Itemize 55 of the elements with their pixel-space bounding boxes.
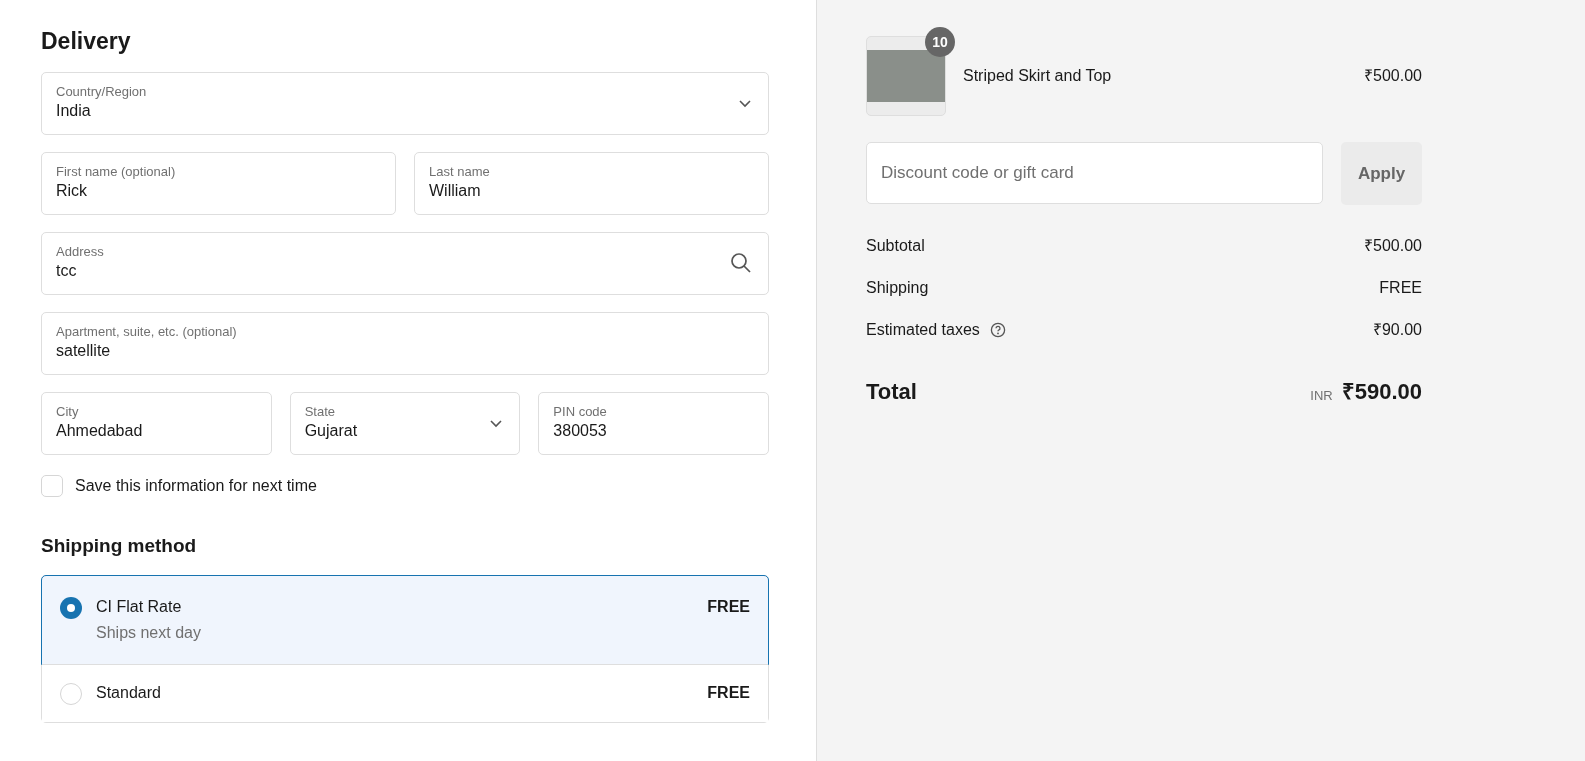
field-value: 380053 [553,421,608,441]
dropdown-field[interactable]: Country/Region India [41,71,769,135]
apply-button[interactable]: Apply [1341,142,1422,205]
help-icon[interactable] [989,322,1006,338]
discount-code-field[interactable]: Discount code or gift card [866,142,1323,204]
shipping-option[interactable]: Standard FREE [42,664,768,722]
checkbox-label: Save this information for next time [75,475,317,496]
summary-value: FREE [1379,278,1422,298]
field-value: satellite [56,341,112,361]
total-label: Total [866,378,918,406]
field-value: Rick [56,181,89,201]
field-label: Address [56,244,105,260]
shipping-option-name: CI Flat Rate [96,597,183,617]
field-value: Ahmedabad [56,421,144,441]
radio-button[interactable] [60,597,82,619]
field-label: Country/Region [56,84,148,100]
section-heading: Shipping method [41,533,198,558]
checkbox[interactable] [41,474,63,497]
shipping-option-note: Ships next day [96,623,202,643]
input-field[interactable]: Address tcc [41,231,769,295]
chevron-down-icon [738,98,752,108]
search-icon [730,252,752,274]
field-label: City [56,404,80,420]
shipping-option-name: Standard [96,683,162,703]
radio-button[interactable] [60,683,82,705]
summary-label: Subtotal [866,236,925,256]
input-field[interactable]: Apartment, suite, etc. (optional) satellite [41,311,769,375]
field-value: tcc [56,261,78,281]
product-name: Striped Skirt and Top [963,66,1113,86]
product-price: ₹500.00 [1364,66,1422,86]
quantity-badge: 10 [925,27,955,57]
currency-code: INR [1310,386,1333,405]
section-heading: Delivery [41,27,132,56]
summary-label: Estimated taxes [866,320,980,340]
total-amount: ₹590.00 [1341,378,1422,406]
field-label: Apartment, suite, etc. (optional) [56,324,238,340]
shipping-option[interactable]: CI Flat Rate Ships next day FREE [41,575,769,665]
field-label: State [304,404,337,420]
summary-value: ₹90.00 [1372,320,1422,340]
field-label: Last name [429,164,491,180]
field-label: First name (optional) [56,164,177,180]
input-field[interactable]: Last name William [414,151,769,215]
input-field[interactable]: First name (optional) Rick [41,151,396,215]
dropdown-field[interactable]: State Gujarat [289,391,521,455]
summary-value: ₹500.00 [1364,236,1422,256]
input-field[interactable]: City Ahmedabad [41,391,272,455]
field-value: Gujarat [304,421,359,441]
field-label: PIN code [553,404,608,420]
field-value: India [56,101,92,121]
shipping-price: FREE [707,683,750,703]
input-field[interactable]: PIN code 380053 [538,391,769,455]
field-value: William [429,181,482,201]
shipping-price: FREE [707,597,750,617]
summary-label: Shipping [866,278,929,298]
chevron-down-icon [489,418,504,428]
